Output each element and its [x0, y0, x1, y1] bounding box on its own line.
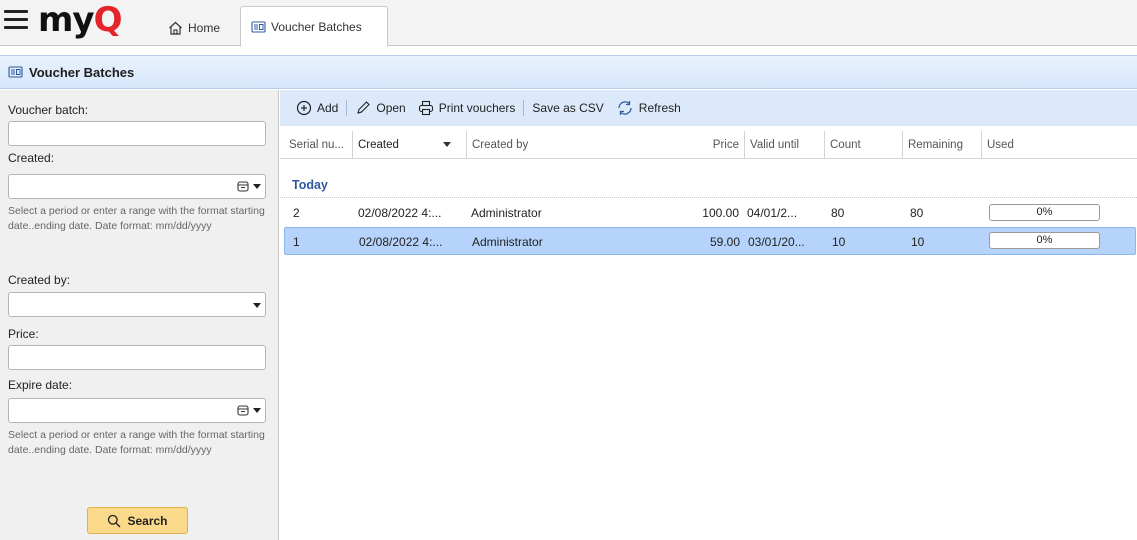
column-header-valid-until[interactable]: Valid until	[744, 131, 824, 159]
created-by-label: Created by:	[8, 273, 71, 287]
myq-logo[interactable]: my Q	[38, 3, 122, 37]
sort-descending-icon	[443, 142, 451, 147]
pencil-icon	[357, 101, 371, 114]
cell-serial: 2	[293, 206, 300, 220]
page-title-bar: Voucher Batches	[0, 55, 1137, 89]
toolbar-divider	[346, 100, 348, 116]
print-vouchers-label: Print vouchers	[438, 101, 516, 115]
cell-created-by: Administrator	[471, 206, 542, 220]
group-header-today: Today	[292, 178, 328, 192]
open-button[interactable]: Open	[349, 94, 411, 122]
toolbar-divider	[523, 100, 525, 116]
cell-created: 02/08/2022 4:...	[358, 206, 442, 220]
column-header-count[interactable]: Count	[824, 131, 902, 159]
column-header-created-label: Created	[358, 139, 399, 151]
table-row[interactable]: 2 02/08/2022 4:... Administrator 100.00 …	[280, 199, 1137, 227]
cell-serial: 1	[293, 235, 300, 249]
used-progress-bar: 0%	[989, 204, 1100, 221]
cell-count: 80	[831, 206, 845, 220]
grid-header: Serial nu... Created Created by Price Va…	[280, 131, 1137, 159]
price-field[interactable]	[8, 345, 266, 370]
created-input[interactable]	[9, 175, 265, 198]
voucher-icon	[8, 66, 23, 78]
created-by-select[interactable]	[8, 292, 266, 317]
used-progress-bar: 0%	[989, 232, 1100, 249]
add-button[interactable]: Add	[290, 94, 344, 122]
created-label: Created:	[8, 151, 55, 165]
calendar-icon[interactable]	[237, 180, 249, 192]
menu-icon[interactable]	[4, 10, 28, 30]
chevron-down-icon[interactable]	[253, 407, 261, 413]
used-progress-label: 0%	[1036, 206, 1053, 218]
chevron-down-icon[interactable]	[253, 183, 261, 189]
voucher-batches-grid: Serial nu... Created Created by Price Va…	[280, 126, 1137, 540]
voucher-batch-label: Voucher batch:	[8, 103, 89, 117]
cell-remaining: 80	[910, 206, 924, 220]
add-button-label: Add	[317, 101, 339, 115]
cell-valid-until: 03/01/20...	[748, 235, 805, 249]
used-progress-label: 0%	[1036, 234, 1053, 246]
refresh-button-label: Refresh	[638, 101, 681, 115]
search-button-label: Search	[127, 513, 168, 528]
tab-home[interactable]: Home	[158, 10, 230, 46]
chevron-down-icon[interactable]	[253, 303, 261, 308]
voucher-icon	[251, 20, 266, 33]
created-hint: Select a period or enter a range with th…	[8, 205, 265, 232]
home-icon	[169, 21, 182, 35]
table-row-selected[interactable]: 1 02/08/2022 4:... Administrator 59.00 0…	[284, 227, 1136, 255]
tab-voucher-batches-label: Voucher Batches	[271, 19, 362, 34]
refresh-button[interactable]: Refresh	[610, 94, 687, 122]
cell-price: 100.00	[702, 206, 739, 220]
expire-date-input[interactable]	[9, 399, 265, 422]
expire-date-label: Expire date:	[8, 378, 73, 392]
price-label: Price:	[8, 327, 39, 341]
filter-panel: Voucher batch: Created: Select a period …	[0, 90, 279, 540]
cell-price: 59.00	[709, 235, 740, 249]
voucher-batch-field[interactable]	[8, 121, 266, 146]
group-divider	[280, 197, 1137, 198]
tab-home-label: Home	[188, 21, 221, 35]
cell-created: 02/08/2022 4:...	[359, 235, 443, 249]
search-icon	[108, 514, 121, 527]
calendar-icon[interactable]	[237, 404, 249, 416]
save-csv-label: Save as CSV	[532, 101, 604, 115]
search-button[interactable]: Search	[87, 507, 188, 534]
voucher-batch-input[interactable]	[9, 122, 265, 145]
column-header-price[interactable]: Price	[634, 131, 744, 159]
cell-created-by: Administrator	[472, 235, 543, 249]
toolbar: Add Open Print vouchers Save as CSV Refr…	[280, 90, 1137, 126]
print-vouchers-button[interactable]: Print vouchers	[412, 94, 522, 122]
expire-date-hint: Select a period or enter a range with th…	[8, 429, 265, 456]
price-input[interactable]	[9, 346, 265, 369]
expire-date-field[interactable]	[8, 398, 266, 423]
cell-remaining: 10	[911, 235, 925, 249]
save-csv-button[interactable]: Save as CSV	[526, 94, 609, 122]
refresh-icon	[618, 101, 632, 115]
page-title: Voucher Batches	[29, 64, 135, 80]
top-bar: my Q Home Voucher Batches	[0, 0, 1137, 47]
created-by-input[interactable]	[9, 293, 265, 316]
tab-voucher-batches[interactable]: Voucher Batches	[240, 6, 388, 47]
column-header-used[interactable]: Used	[981, 131, 1137, 159]
cell-valid-until: 04/01/2...	[747, 206, 798, 220]
column-header-created-by[interactable]: Created by	[466, 131, 634, 159]
cell-count: 10	[832, 235, 846, 249]
printer-icon	[418, 100, 433, 116]
column-header-serial[interactable]: Serial nu...	[284, 131, 352, 159]
created-field[interactable]	[8, 174, 266, 199]
column-header-created[interactable]: Created	[352, 131, 466, 159]
open-button-label: Open	[376, 101, 406, 115]
column-header-remaining[interactable]: Remaining	[902, 131, 981, 159]
add-icon	[296, 100, 312, 116]
